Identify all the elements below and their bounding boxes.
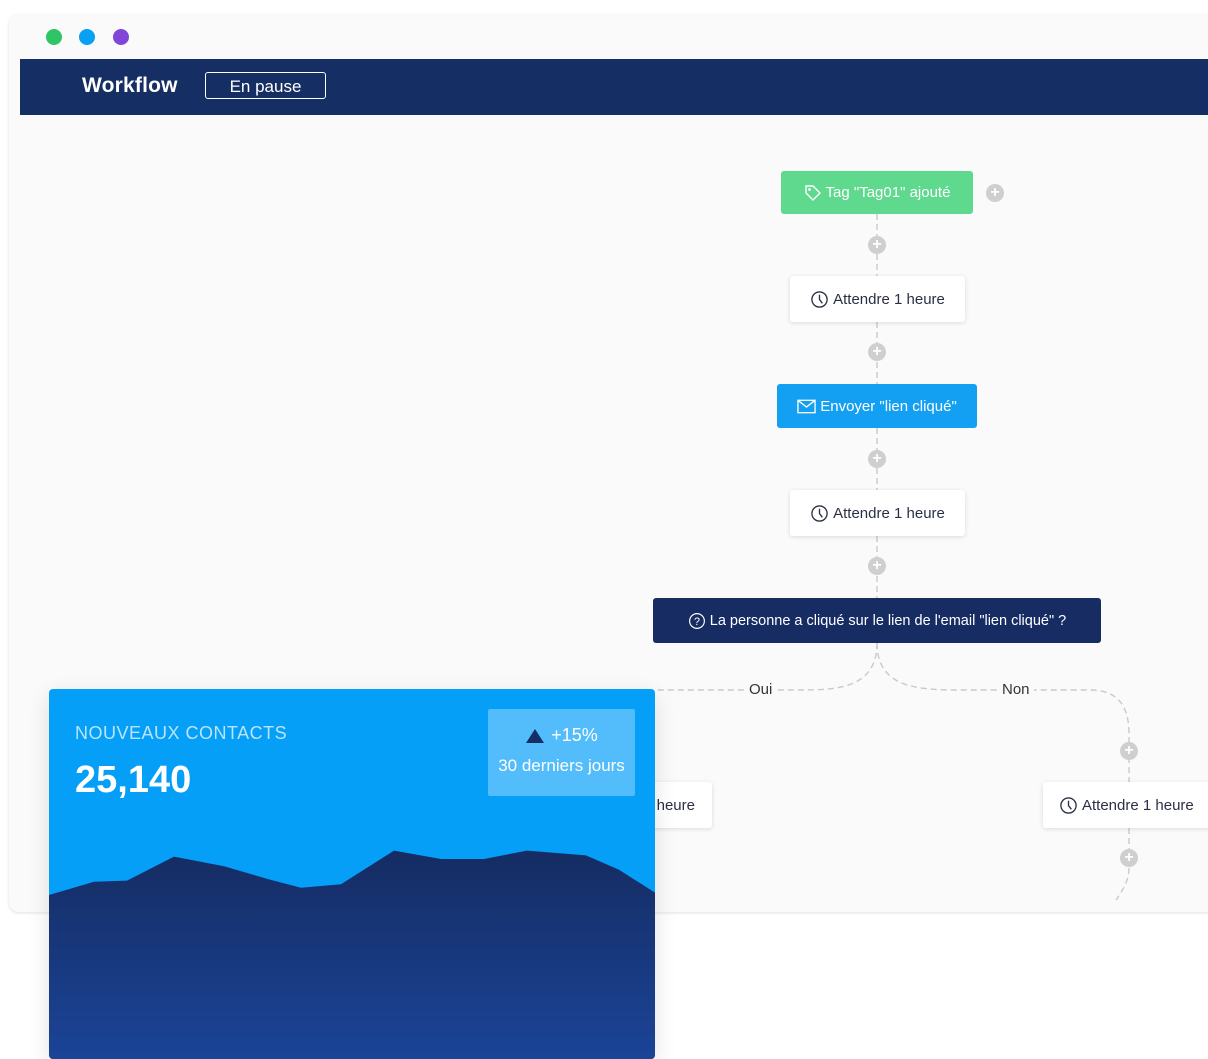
clock-icon xyxy=(811,290,828,308)
area-series xyxy=(49,850,655,1059)
wait-node-no-branch[interactable]: Attendre 1 heure xyxy=(1043,782,1208,828)
add-step-button[interactable]: + xyxy=(868,343,886,361)
clock-icon xyxy=(811,504,828,522)
branch-yes-label: Oui xyxy=(745,681,777,698)
stats-card: NOUVEAUX CONTACTS 25,140 +15% 30 dernier… xyxy=(49,689,655,1059)
clock-icon xyxy=(1060,796,1077,814)
send-email-node[interactable]: Envoyer "lien cliqué" xyxy=(777,384,977,428)
svg-text:?: ? xyxy=(694,616,700,628)
trigger-node[interactable]: Tag "Tag01" ajouté xyxy=(781,171,973,214)
branch-no-label: Non xyxy=(998,681,1034,698)
add-step-button[interactable]: + xyxy=(868,557,886,575)
wait-label: Attendre 1 heure xyxy=(1082,796,1194,814)
wait-label: Attendre 1 heure xyxy=(833,290,945,308)
add-step-button[interactable]: + xyxy=(868,450,886,468)
trigger-label: Tag "Tag01" ajouté xyxy=(825,184,951,201)
question-icon: ? xyxy=(688,612,705,629)
add-step-button[interactable]: + xyxy=(1120,742,1138,760)
condition-label: La personne a cliqué sur le lien de l'em… xyxy=(709,612,1067,629)
add-step-button[interactable]: + xyxy=(986,184,1004,202)
wait-node[interactable]: Attendre 1 heure xyxy=(790,490,965,536)
card-value: 25,140 xyxy=(75,759,192,801)
tag-icon xyxy=(804,184,821,201)
wait-label: Attendre 1 heure xyxy=(833,504,945,522)
trend-period: 30 derniers jours xyxy=(498,756,625,775)
envelope-icon xyxy=(797,399,816,413)
card-title: NOUVEAUX CONTACTS xyxy=(75,723,288,743)
triangle-up-icon xyxy=(526,728,545,743)
trend-badge: +15% 30 derniers jours xyxy=(488,709,635,796)
wait-label: heure xyxy=(656,796,695,814)
add-step-button[interactable]: + xyxy=(868,236,886,254)
wait-node[interactable]: Attendre 1 heure xyxy=(790,276,965,322)
trend-delta: +15% xyxy=(551,725,598,745)
send-email-label: Envoyer "lien cliqué" xyxy=(820,397,957,415)
condition-node[interactable]: ? La personne a cliqué sur le lien de l'… xyxy=(653,598,1101,643)
add-step-button[interactable]: + xyxy=(1120,849,1138,867)
